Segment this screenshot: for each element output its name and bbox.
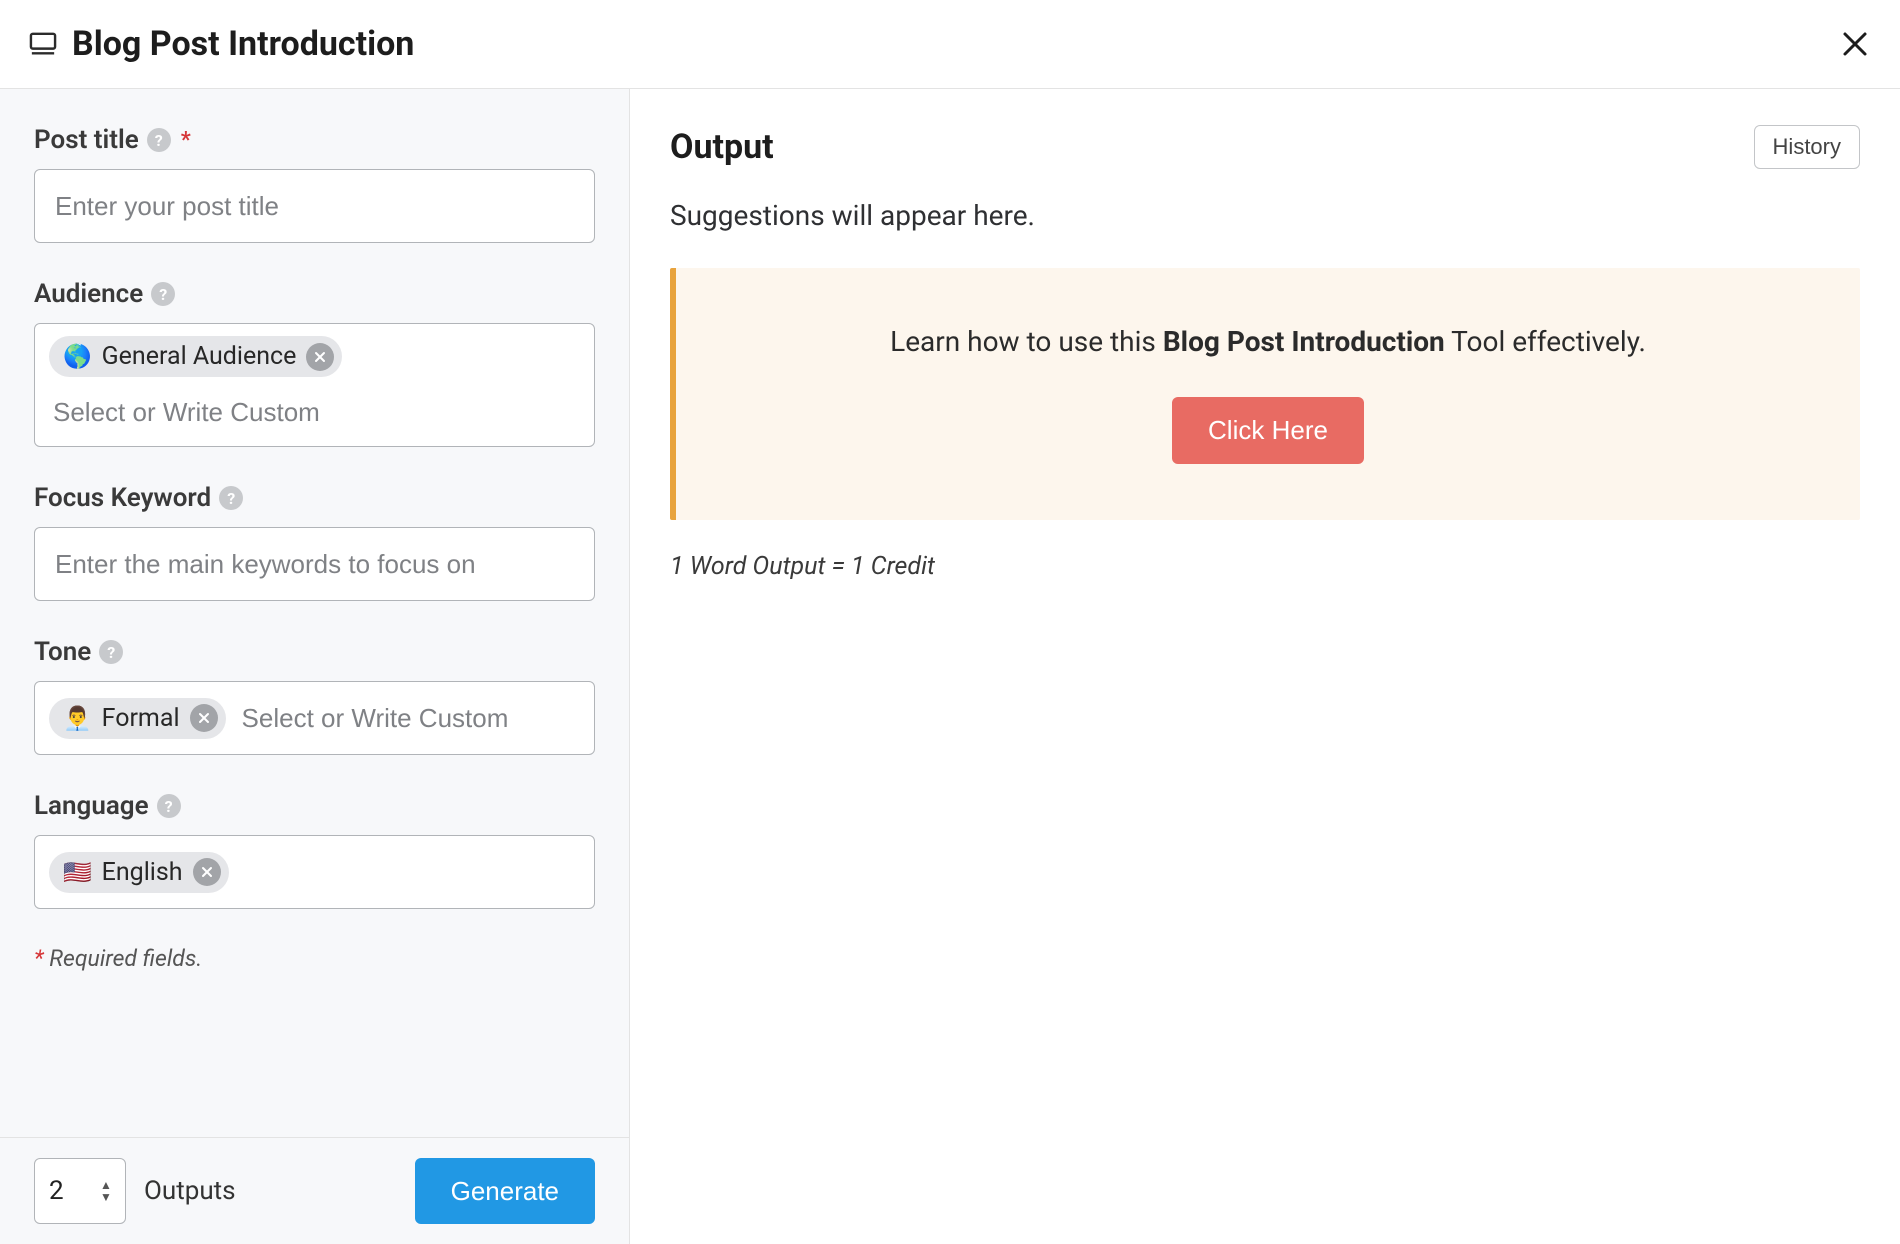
credit-note: 1 Word Output = 1 Credit bbox=[670, 552, 1860, 581]
person-icon: 👨‍💼 bbox=[63, 705, 92, 732]
field-language: Language ? 🇺🇸 English bbox=[34, 791, 595, 909]
tone-input[interactable]: 👨‍💼 Formal bbox=[34, 681, 595, 755]
language-chip-label: English bbox=[102, 858, 183, 887]
focus-keyword-label: Focus Keyword bbox=[34, 483, 211, 513]
output-title: Output bbox=[670, 127, 774, 167]
output-placeholder-text: Suggestions will appear here. bbox=[670, 199, 1860, 232]
tone-chip-label: Formal bbox=[102, 704, 180, 733]
generate-button[interactable]: Generate bbox=[415, 1158, 595, 1224]
help-icon[interactable]: ? bbox=[147, 128, 171, 152]
field-focus-keyword: Focus Keyword ? bbox=[34, 483, 595, 601]
post-title-input[interactable] bbox=[34, 169, 595, 243]
field-post-title: Post title ? * bbox=[34, 125, 595, 243]
history-button[interactable]: History bbox=[1754, 125, 1860, 169]
app-header: Blog Post Introduction bbox=[0, 0, 1900, 89]
post-title-label: Post title bbox=[34, 125, 139, 155]
help-icon[interactable]: ? bbox=[99, 640, 123, 664]
globe-icon: 🌎 bbox=[63, 343, 92, 370]
tip-text: Learn how to use this Blog Post Introduc… bbox=[716, 322, 1820, 361]
stepper-up-icon[interactable]: ▲ bbox=[100, 1180, 112, 1190]
required-fields-note: * Required fields. bbox=[34, 945, 595, 972]
flag-icon: 🇺🇸 bbox=[63, 859, 92, 886]
field-tone: Tone ? 👨‍💼 Formal bbox=[34, 637, 595, 755]
audience-input[interactable]: 🌎 General Audience bbox=[34, 323, 595, 447]
tone-custom-input[interactable] bbox=[238, 697, 580, 740]
help-icon[interactable]: ? bbox=[157, 794, 181, 818]
close-button[interactable] bbox=[1836, 25, 1874, 63]
audience-label: Audience bbox=[34, 279, 143, 309]
tone-label: Tone bbox=[34, 637, 91, 667]
audience-chip: 🌎 General Audience bbox=[49, 336, 342, 377]
audience-chip-label: General Audience bbox=[102, 342, 297, 371]
outputs-label: Outputs bbox=[144, 1176, 236, 1206]
remove-chip-button[interactable] bbox=[306, 343, 334, 371]
output-pane: Output History Suggestions will appear h… bbox=[630, 89, 1900, 1244]
outputs-count-value: 2 bbox=[49, 1176, 95, 1206]
page-title: Blog Post Introduction bbox=[72, 24, 414, 64]
language-label: Language bbox=[34, 791, 149, 821]
stepper-down-icon[interactable]: ▼ bbox=[100, 1192, 112, 1202]
remove-chip-button[interactable] bbox=[193, 858, 221, 886]
remove-chip-button[interactable] bbox=[190, 704, 218, 732]
tip-callout: Learn how to use this Blog Post Introduc… bbox=[670, 268, 1860, 520]
outputs-count-stepper[interactable]: 2 ▲ ▼ bbox=[34, 1158, 126, 1224]
help-icon[interactable]: ? bbox=[219, 486, 243, 510]
form-pane: Post title ? * Audience ? bbox=[0, 89, 630, 1244]
action-bar: 2 ▲ ▼ Outputs Generate bbox=[0, 1137, 629, 1244]
field-audience: Audience ? 🌎 General Audience bbox=[34, 279, 595, 447]
learn-more-button[interactable]: Click Here bbox=[1172, 397, 1364, 464]
tone-chip: 👨‍💼 Formal bbox=[49, 698, 226, 739]
help-icon[interactable]: ? bbox=[151, 282, 175, 306]
language-chip: 🇺🇸 English bbox=[49, 852, 229, 893]
template-icon bbox=[28, 31, 58, 57]
focus-keyword-input[interactable] bbox=[34, 527, 595, 601]
audience-custom-input[interactable] bbox=[49, 391, 580, 434]
language-input[interactable]: 🇺🇸 English bbox=[34, 835, 595, 909]
required-indicator: * bbox=[181, 128, 191, 153]
